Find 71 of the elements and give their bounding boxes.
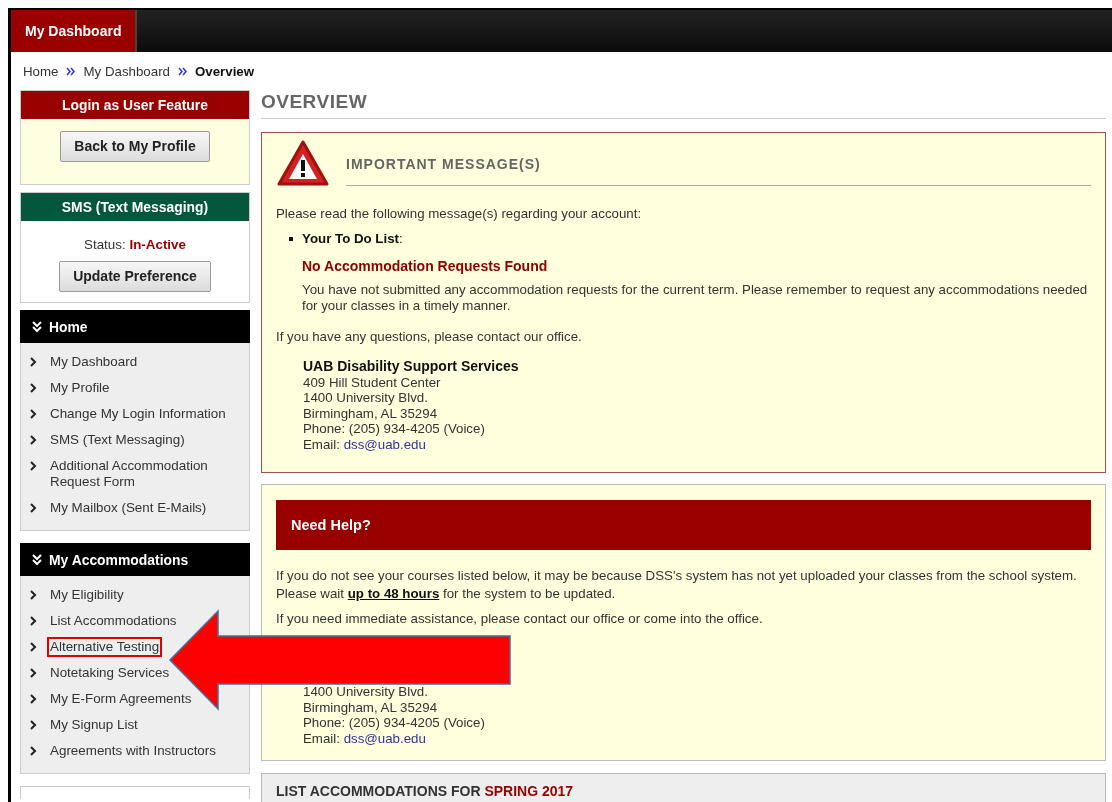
nav-link[interactable]: Alternative Testing [47, 637, 163, 657]
chevron-right-icon [30, 746, 37, 756]
nav-link[interactable]: My Mailbox (Sent E-Mails) [47, 498, 210, 518]
email-line: Email: dss@uab.edu [303, 436, 427, 452]
chevron-right-icon [30, 383, 37, 393]
nav-section-title: My Accommodations [49, 551, 189, 568]
breadcrumb-current: Overview [194, 64, 255, 79]
term-label: SPRING 2017 [484, 783, 574, 799]
nav-section-header[interactable]: Home [20, 310, 250, 343]
breadcrumb-link[interactable]: Home [23, 64, 59, 79]
email-link[interactable]: dss@uab.edu [343, 436, 426, 452]
nav-link[interactable]: My Profile [47, 378, 113, 398]
email-line: Email: dss@uab.edu [303, 730, 427, 746]
help-text: Please wait up to 48 hours for the system to be updated. [276, 585, 617, 603]
chevron-right-icon [30, 720, 37, 730]
chevron-right-icon [30, 642, 37, 652]
nav-link[interactable]: My Dashboard [47, 352, 141, 372]
update-preference-button[interactable]: Update Preference [59, 261, 211, 292]
double-chevron-down-icon [32, 553, 42, 566]
questions-text: If you have any questions, please contact our office. [276, 329, 583, 345]
back-to-profile-button[interactable]: Back to My Profile [60, 131, 210, 162]
nav-section-title: Home [49, 318, 88, 335]
todo-status: No Accommodation Requests Found [302, 258, 549, 274]
chevron-right-icon [30, 435, 37, 445]
chevron-right-icon [30, 668, 37, 678]
page-title: OVERVIEW [261, 91, 1106, 119]
panel-header: SMS (Text Messaging) [21, 193, 249, 221]
nav-section-header[interactable]: My Accommodations [20, 543, 250, 576]
nav-link[interactable]: List Accommodations [47, 611, 180, 631]
double-chevron-right-icon [177, 67, 187, 76]
address-line: Phone: (205) 934-4205 (Voice) [303, 715, 486, 731]
status-label: Status: [84, 237, 126, 252]
address-line: 409 Hill Student Center [303, 374, 442, 390]
chevron-right-icon [30, 461, 37, 471]
address-line: Birmingham, AL 35294 [303, 405, 439, 421]
list-title: LIST ACCOMMODATIONS FOR [276, 783, 481, 799]
contact-name: UAB Disability Support Services [303, 359, 520, 375]
intro-text: Please read the following message(s) regarding your account: [276, 206, 643, 222]
todo-title: Your To Do List: [302, 231, 404, 247]
address-line: Phone: (205) 934-4205 (Voice) [303, 421, 486, 437]
nav-link[interactable]: Agreements with Instructors [47, 741, 219, 761]
double-chevron-down-icon [32, 320, 42, 333]
chevron-right-icon [30, 409, 37, 419]
nav-link[interactable]: SMS (Text Messaging) [47, 430, 188, 450]
chevron-right-icon [30, 503, 37, 513]
chevron-right-icon [30, 357, 37, 367]
chevron-right-icon [30, 616, 37, 626]
chevron-right-icon [30, 694, 37, 704]
breadcrumb-link[interactable]: My Dashboard [83, 64, 170, 79]
status-value: In-Active [129, 237, 186, 252]
bullet-icon [289, 237, 293, 241]
email-link[interactable]: dss@uab.edu [343, 730, 426, 746]
panel-header: Login as User Feature [21, 91, 249, 119]
address-line: Birmingham, AL 35294 [303, 699, 439, 715]
warning-icon [276, 138, 330, 187]
todo-text: You have not submitted any accommodation requests for the current term. Please remember to request any accommodations needed for your classes in a timely manner. [302, 282, 1089, 314]
nav-link[interactable]: My E-Form Agreements [47, 689, 195, 709]
double-chevron-right-icon [66, 67, 76, 76]
chevron-right-icon [30, 590, 37, 600]
address-line: 1400 University Blvd. [303, 684, 429, 700]
section-heading: IMPORTANT MESSAGE(S) [346, 156, 1091, 186]
help-header: Need Help? [276, 500, 1091, 550]
nav-link[interactable]: Additional Accommodation Request Form [47, 456, 243, 492]
nav-link[interactable]: Notetaking Services [47, 663, 173, 683]
nav-link[interactable]: My Eligibility [47, 585, 127, 605]
nav-link[interactable]: My Signup List [47, 715, 141, 735]
nav-tab[interactable]: My Dashboard [11, 10, 138, 52]
help-text: If you do not see your courses listed below, it may be because DSS's system has not yet uploaded your classes from the school system. [276, 567, 1078, 585]
assistance-text: If you need immediate assistance, please contact our office or come into the office. [276, 610, 764, 628]
address-line: 1400 University Blvd. [303, 390, 429, 406]
nav-link[interactable]: Change My Login Information [47, 404, 229, 424]
